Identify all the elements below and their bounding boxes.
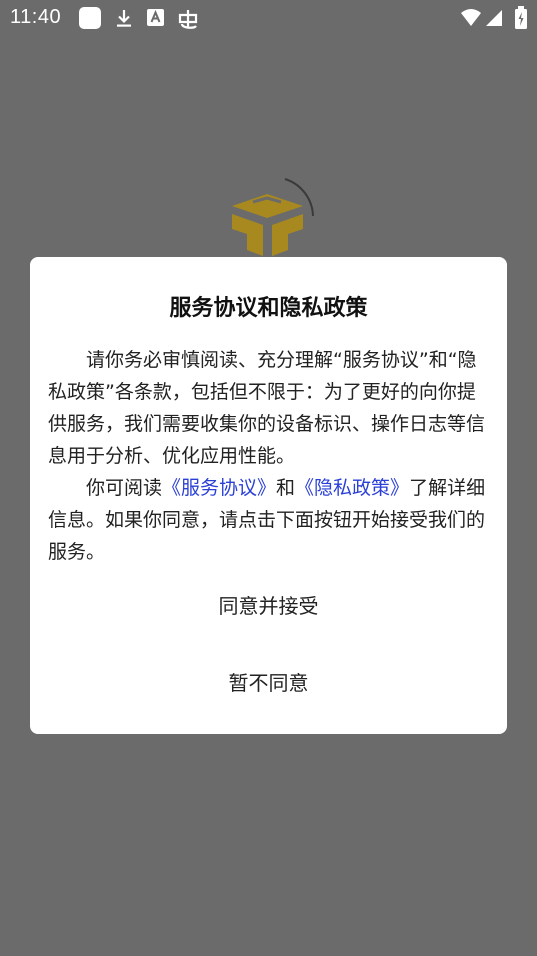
paragraph-2-prefix: 你可阅读 (86, 477, 163, 499)
dialog-paragraph-1: 请你务必审慎阅读、充分理解“服务协议”和“隐私政策”各条款，包括但不限于：为了更… (48, 349, 486, 467)
square-icon (79, 7, 101, 29)
status-bar: 11:40 (0, 0, 537, 36)
paragraph-2-and: 和 (276, 477, 296, 499)
a-icon (146, 7, 168, 29)
agree-button[interactable]: 同意并接受 (30, 581, 507, 631)
decline-button[interactable]: 暂不同意 (30, 658, 507, 708)
service-agreement-link[interactable]: 《服务协议》 (162, 477, 276, 499)
signal-icon (484, 8, 506, 30)
wifi-icon (460, 8, 482, 30)
dialog-body: 请你务必审慎阅读、充分理解“服务协议”和“隐私政策”各条款，包括但不限于：为了更… (48, 344, 488, 568)
bug-icon (176, 7, 198, 29)
dialog-paragraph-2: 你可阅读《服务协议》和《隐私政策》了解详细信息。如果你同意，请点击下面按钮开始接… (48, 472, 488, 568)
battery-icon (514, 6, 536, 29)
screen: 11:40 服务协议和隐私政策 请你务必审慎阅读、充分理解“服务协议”和“隐私政… (0, 0, 537, 956)
download-icon (113, 7, 135, 29)
status-time: 11:40 (10, 6, 62, 28)
privacy-policy-link[interactable]: 《隐私政策》 (295, 477, 409, 499)
app-logo-icon (225, 176, 320, 261)
dialog-title: 服务协议和隐私政策 (169, 296, 368, 321)
privacy-dialog: 服务协议和隐私政策 请你务必审慎阅读、充分理解“服务协议”和“隐私政策”各条款，… (30, 257, 507, 734)
